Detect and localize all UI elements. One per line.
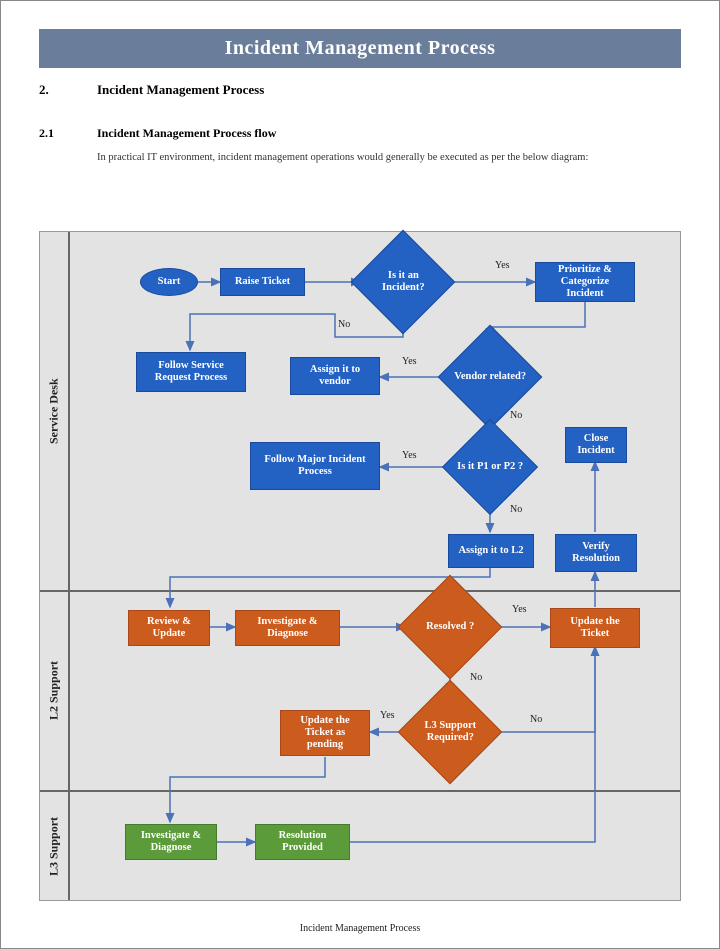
node-vendor-related: Vendor related?: [454, 371, 526, 383]
lane-l2-support: L2 Support: [40, 590, 68, 790]
subsection-title: Incident Management Process flow: [97, 126, 276, 141]
node-is-incident: Is it an Incident?: [367, 270, 439, 293]
lane-l3-support: L3 Support: [40, 790, 68, 902]
label-no: No: [510, 504, 522, 515]
lane-service-desk: Service Desk: [40, 232, 68, 590]
label-yes: Yes: [402, 450, 417, 461]
intro-text: In practical IT environment, incident ma…: [97, 151, 681, 166]
node-close-incident: Close Incident: [565, 427, 627, 463]
node-assign-l2: Assign it to L2: [448, 534, 534, 568]
label-yes: Yes: [495, 260, 510, 271]
node-start: Start: [140, 268, 198, 296]
page-footer: Incident Management Process: [1, 923, 719, 934]
section-title: Incident Management Process: [97, 82, 264, 98]
node-investigate-l2: Investigate & Diagnose: [235, 610, 340, 646]
node-prioritize: Prioritize & Categorize Incident: [535, 262, 635, 302]
node-l3-required: L3 Support Required?: [414, 720, 486, 743]
node-assign-vendor: Assign it to vendor: [290, 357, 380, 395]
label-yes: Yes: [380, 710, 395, 721]
label-yes: Yes: [512, 604, 527, 615]
label-no: No: [510, 410, 522, 421]
node-review-update: Review & Update: [128, 610, 210, 646]
node-p1-p2: Is it P1 or P2 ?: [457, 461, 523, 473]
node-resolution-provided: Resolution Provided: [255, 824, 350, 860]
label-no: No: [530, 714, 542, 725]
node-update-pending: Update the Ticket as pending: [280, 710, 370, 756]
node-raise-ticket: Raise Ticket: [220, 268, 305, 296]
flowchart-diagram: Service Desk L2 Support L3 Support: [39, 231, 681, 901]
node-verify-resolution: Verify Resolution: [555, 534, 637, 572]
node-update-ticket: Update the Ticket: [550, 608, 640, 648]
label-no: No: [470, 672, 482, 683]
page-banner: Incident Management Process: [39, 29, 681, 68]
node-follow-sr: Follow Service Request Process: [136, 352, 246, 392]
section-number: 2.: [39, 82, 97, 98]
node-follow-major: Follow Major Incident Process: [250, 442, 380, 490]
node-resolved: Resolved ?: [414, 621, 486, 633]
subsection-number: 2.1: [39, 126, 97, 141]
label-yes: Yes: [402, 356, 417, 367]
label-no: No: [338, 319, 350, 330]
node-investigate-l3: Investigate & Diagnose: [125, 824, 217, 860]
